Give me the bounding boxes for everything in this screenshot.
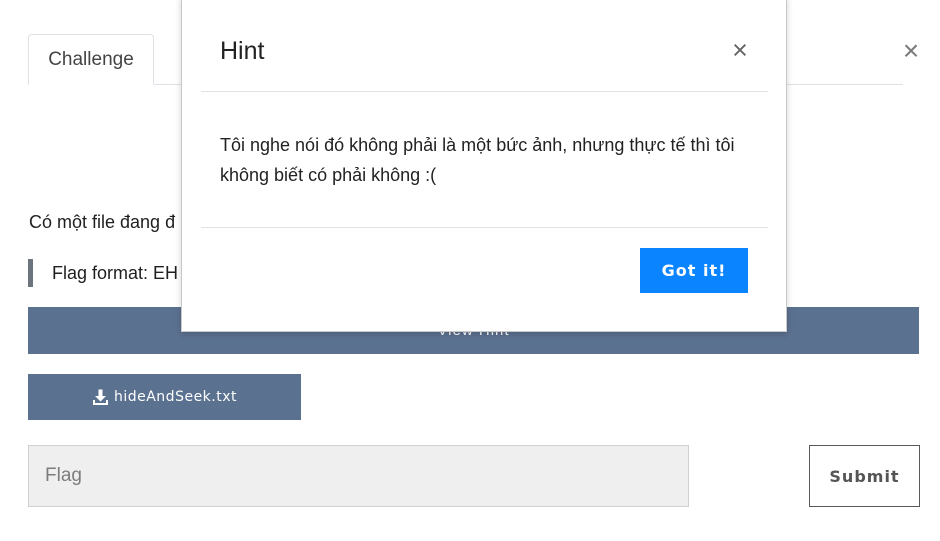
hint-modal-close-icon[interactable]: × xyxy=(728,37,752,64)
flag-format-text: Flag format: EH xyxy=(52,263,179,283)
got-it-button[interactable]: Got it! xyxy=(640,248,748,293)
hint-modal-footer-divider xyxy=(201,227,768,228)
submit-label: Submit xyxy=(829,466,900,486)
flag-input[interactable] xyxy=(28,445,689,507)
hint-modal-header-divider xyxy=(201,91,768,92)
download-file-button[interactable]: hideAndSeek.txt xyxy=(28,374,301,420)
tab-challenge-label: Challenge xyxy=(48,48,134,70)
hint-modal-title: Hint xyxy=(220,37,265,65)
challenge-close-icon[interactable]: × xyxy=(898,37,924,65)
challenge-description: Có một file đang đ xyxy=(29,212,176,232)
hint-modal: Hint × Tôi nghe nói đó không phải là một… xyxy=(181,0,787,332)
hint-modal-body: Tôi nghe nói đó không phải là một bức ản… xyxy=(220,135,735,185)
download-file-label: hideAndSeek.txt xyxy=(113,389,238,405)
download-icon xyxy=(92,389,109,406)
submit-button[interactable]: Submit xyxy=(809,445,920,507)
got-it-label: Got it! xyxy=(661,261,727,280)
flag-format-quote: Flag format: EH xyxy=(28,259,178,287)
tab-challenge[interactable]: Challenge xyxy=(28,34,154,85)
